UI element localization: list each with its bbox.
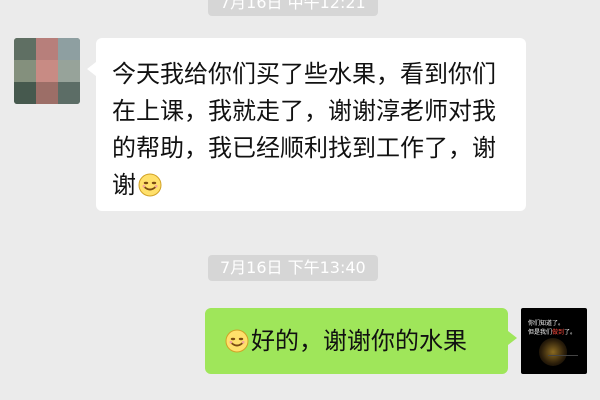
avatar-pixel	[36, 38, 58, 60]
outgoing-message-bubble[interactable]: 好的，谢谢你的水果	[205, 308, 517, 374]
avatar-pixel	[58, 60, 80, 82]
contact-avatar[interactable]	[14, 38, 80, 104]
avatar-caption-line-1: 你们知道了。	[528, 320, 565, 327]
incoming-message-bubble[interactable]: 今天我给你们买了些水果，看到你们在上课，我就走了，谢谢淳老师对我的帮助，我已经顺…	[87, 38, 526, 211]
outgoing-message-text: 好的，谢谢你的水果	[251, 327, 467, 355]
avatar-caption-highlight: 做到	[552, 329, 565, 336]
avatar-caption-prefix: 但是我们	[528, 329, 553, 336]
smile-emoji-icon	[138, 173, 162, 197]
avatar-pixel	[58, 38, 80, 60]
avatar-pixel	[14, 38, 36, 60]
timestamp-pill: 7月16日 中午12:21	[208, 0, 378, 16]
avatar-pixel	[36, 82, 58, 104]
incoming-message-text: 今天我给你们买了些水果，看到你们在上课，我就走了，谢谢淳老师对我的帮助，我已经顺…	[112, 60, 496, 199]
chat-screen: 7月16日 中午12:21 今天我给你们买了些水果，看到你们在上课，我就走了，谢…	[0, 0, 600, 400]
avatar-caption-line-2: 但是我们做到了。	[528, 329, 576, 337]
smile-emoji-icon	[225, 329, 249, 353]
avatar-divider	[548, 355, 578, 356]
user-avatar[interactable]: 你们知道了。 但是我们做到了。	[521, 308, 587, 374]
avatar-pixel	[36, 60, 58, 82]
avatar-pixel	[58, 82, 80, 104]
avatar-caption-suffix: 了。	[564, 329, 577, 336]
timestamp-pill: 7月16日 下午13:40	[208, 255, 378, 281]
avatar-pixel	[14, 82, 36, 104]
avatar-pixel	[14, 60, 36, 82]
avatar-glow-image	[539, 338, 567, 366]
